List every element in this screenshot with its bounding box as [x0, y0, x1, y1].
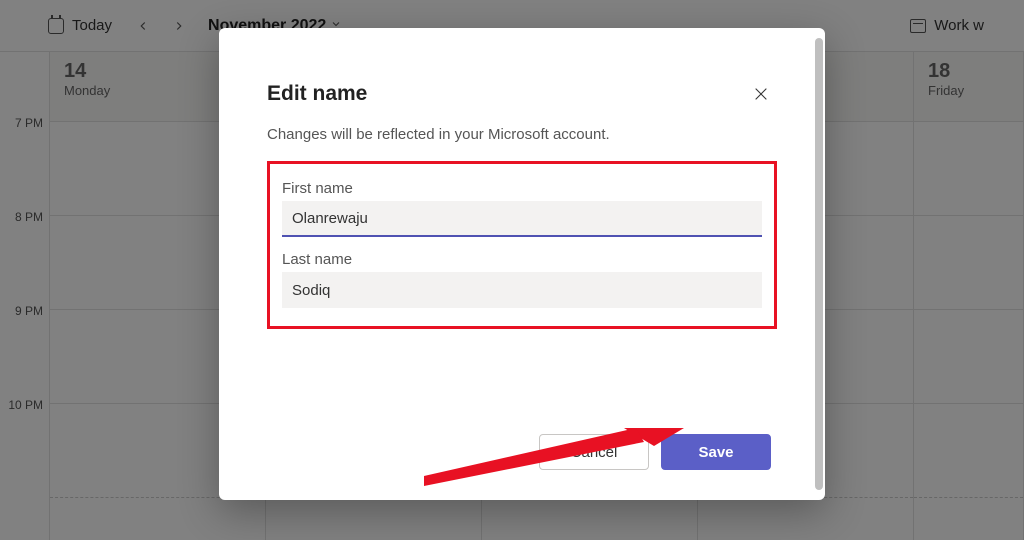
cancel-label: Cancel	[571, 444, 618, 461]
close-icon	[753, 86, 769, 102]
first-name-label: First name	[282, 180, 762, 197]
dialog-subtitle: Changes will be reflected in your Micros…	[267, 126, 777, 143]
dialog-scrollbar[interactable]	[815, 38, 823, 490]
edit-name-dialog: Edit name Changes will be reflected in y…	[219, 28, 825, 500]
save-button[interactable]: Save	[661, 434, 771, 470]
save-label: Save	[698, 444, 733, 461]
highlight-annotation: First name Last name	[267, 161, 777, 329]
dialog-title: Edit name	[267, 82, 367, 106]
close-button[interactable]	[745, 78, 777, 110]
last-name-label: Last name	[282, 251, 762, 268]
cancel-button[interactable]: Cancel	[539, 434, 649, 470]
first-name-input[interactable]	[282, 201, 762, 237]
last-name-input[interactable]	[282, 272, 762, 308]
